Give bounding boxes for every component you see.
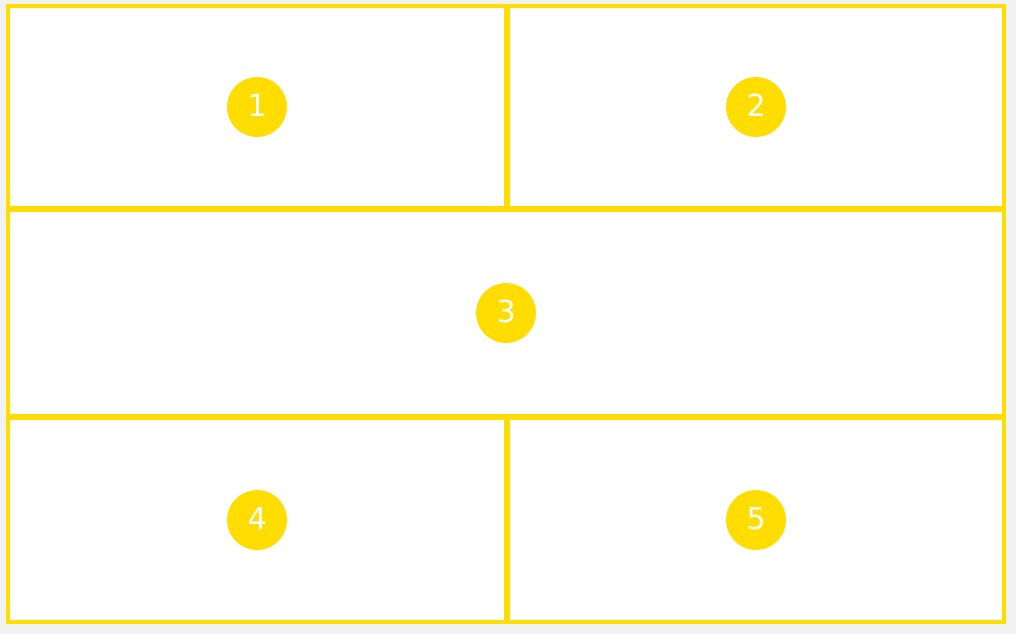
cell-number-badge: 3 <box>476 283 536 343</box>
grid-cell-3: 3 <box>6 208 1006 418</box>
grid-cell-2: 2 <box>506 4 1006 210</box>
cell-number-badge: 2 <box>726 77 786 137</box>
cell-number-badge: 4 <box>227 490 287 550</box>
grid-cell-4: 4 <box>6 416 508 624</box>
grid-cell-5: 5 <box>506 416 1006 624</box>
grid-cell-1: 1 <box>6 4 508 210</box>
cell-number-badge: 1 <box>227 77 287 137</box>
cell-number-badge: 5 <box>726 490 786 550</box>
